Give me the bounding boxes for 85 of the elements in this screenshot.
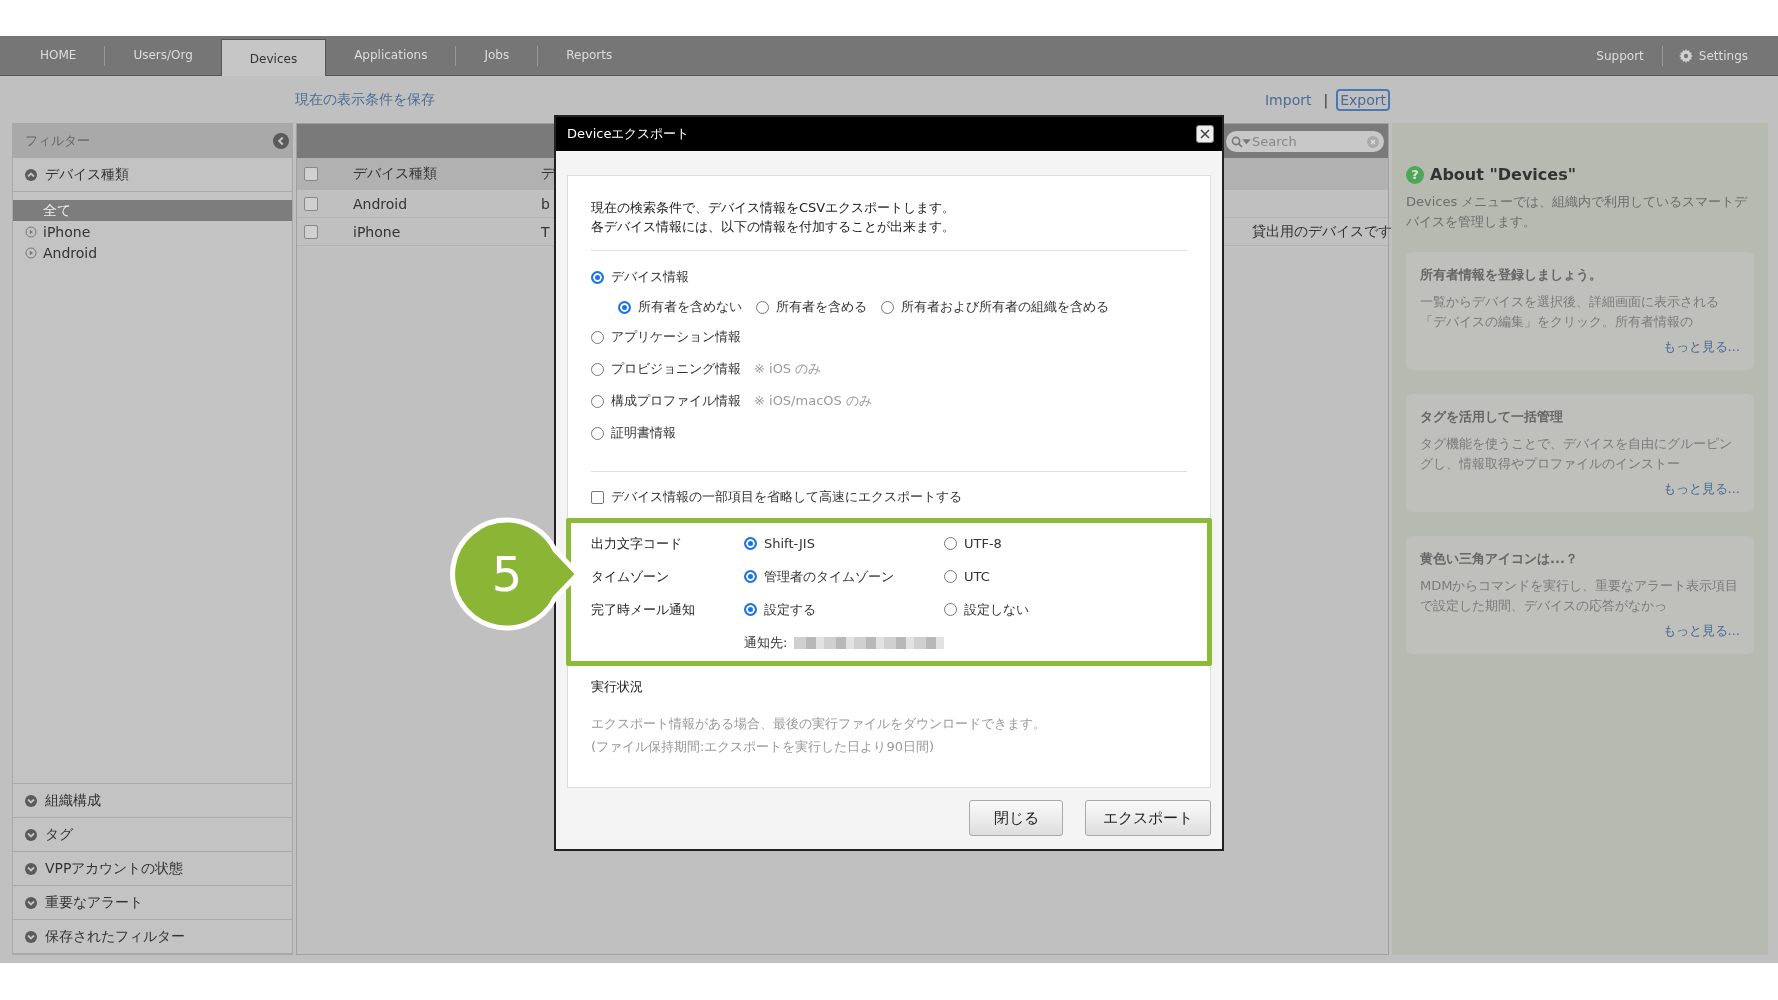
setting-label: 完了時メール通知 — [591, 600, 696, 619]
radio-button[interactable] — [944, 570, 957, 583]
filter-item[interactable]: Android — [13, 242, 292, 263]
collapse-icon[interactable] — [273, 133, 289, 149]
filter-section-header[interactable]: デバイス種類 — [13, 158, 292, 192]
radio-button[interactable] — [744, 570, 757, 583]
tip-title: 所有者情報を登録しましょう。 — [1420, 266, 1603, 284]
dialog-intro: 現在の検索条件で、デバイス情報をCSVエクスポートします。 — [591, 199, 957, 217]
status-title: 実行状況 — [591, 678, 644, 696]
radio-label[interactable]: UTF-8 — [964, 536, 1002, 551]
close-button[interactable] — [1196, 125, 1214, 143]
radio-button[interactable] — [944, 603, 957, 616]
radio-label[interactable]: デバイス情報 — [611, 268, 689, 286]
about-description: Devices メニューでは、組織内で利用しているスマートデバイスを管理します。 — [1406, 193, 1749, 231]
radio-button[interactable] — [591, 362, 604, 376]
filter-section-header[interactable]: 保存されたフィルター — [13, 920, 292, 954]
radio-label[interactable]: 所有者を含める — [776, 298, 867, 316]
radio-label[interactable]: アプリケーション情報 — [611, 328, 741, 346]
radio-label[interactable]: 所有者を含めない — [638, 298, 742, 316]
checkbox-label[interactable]: デバイス情報の一部項目を省略して高速にエクスポートする — [611, 488, 962, 506]
play-circle-icon — [25, 225, 37, 238]
radio-label[interactable]: プロビジョニング情報 — [611, 360, 741, 378]
dialog-intro: 各デバイス情報には、以下の情報を付加することが出来ます。 — [591, 218, 956, 236]
dialog-button[interactable]: 閉じる — [969, 800, 1063, 836]
filter-section-header[interactable]: タグ — [13, 818, 292, 852]
help-icon: ? — [1406, 165, 1424, 184]
dialog-title: Deviceエクスポート — [567, 125, 691, 143]
status-text: (ファイル保持期間:エクスポートを実行した日より90日間) — [591, 738, 936, 756]
about-title: About "Devices" — [1430, 165, 1576, 184]
chevron-icon — [25, 168, 37, 181]
radio-button[interactable] — [591, 394, 604, 408]
filter-item[interactable]: 全て — [13, 200, 292, 221]
table-cell: b — [541, 195, 550, 212]
close-icon — [1200, 129, 1210, 139]
radio-button[interactable] — [756, 300, 769, 314]
radio-label[interactable]: UTC — [964, 569, 990, 584]
radio-label[interactable]: 管理者のタイムゾーン — [764, 567, 894, 586]
chevron-icon — [25, 896, 37, 909]
tip-title: タグを活用して一括管理 — [1420, 408, 1564, 426]
radio-label[interactable]: 設定しない — [964, 600, 1029, 619]
chevron-icon — [25, 862, 37, 875]
radio-button[interactable] — [591, 426, 604, 440]
radio-label[interactable]: 所有者および所有者の組織を含める — [901, 298, 1109, 316]
radio-label[interactable]: 構成プロファイル情報 — [611, 392, 741, 410]
column-header: デ — [541, 164, 555, 183]
link-separator: | — [1323, 91, 1329, 108]
filter-section-header[interactable]: 組織構成 — [13, 784, 292, 818]
filter-item[interactable]: iPhone — [13, 221, 292, 242]
option-note: ※ iOS/macOS のみ — [754, 392, 872, 410]
setting-label: タイムゾーン — [591, 567, 670, 586]
row-checkbox[interactable] — [304, 196, 318, 211]
search-icon — [1231, 135, 1251, 148]
radio-button[interactable] — [744, 537, 757, 550]
table-cell: 貸出用のデバイスです — [1252, 222, 1392, 241]
notify-label: 通知先: — [744, 633, 788, 652]
status-text: エクスポート情報がある場合、最後の実行ファイルをダウンロードできます。 — [591, 715, 1047, 733]
radio-label[interactable]: 設定する — [764, 600, 816, 619]
radio-button[interactable] — [618, 300, 631, 314]
table-cell: Android — [353, 195, 408, 212]
search-field[interactable]: Search — [1226, 130, 1384, 152]
row-checkbox[interactable] — [304, 224, 318, 239]
radio-button[interactable] — [591, 330, 604, 344]
table-cell: iPhone — [353, 223, 401, 240]
radio-button[interactable] — [881, 300, 894, 314]
column-header: デバイス種類 — [353, 164, 437, 183]
option-note: ※ iOS のみ — [754, 360, 822, 378]
select-all-checkbox[interactable] — [304, 166, 318, 181]
radio-label[interactable]: 証明書情報 — [611, 424, 676, 442]
nav-tab[interactable]: Devices — [220, 39, 327, 76]
radio-button[interactable] — [591, 270, 604, 284]
radio-label[interactable]: Shift-JIS — [764, 536, 815, 551]
setting-label: 出力文字コード — [591, 534, 683, 553]
chevron-icon — [25, 828, 37, 841]
radio-button[interactable] — [944, 537, 957, 550]
tip-title: 黄色い三角アイコンは...？ — [1420, 550, 1579, 568]
table-cell: T — [541, 223, 550, 240]
radio-button[interactable] — [744, 603, 757, 616]
checkbox[interactable] — [591, 490, 604, 504]
chevron-icon — [25, 930, 37, 943]
filter-section-header[interactable]: VPPアカウントの状態 — [13, 852, 292, 886]
chevron-icon — [25, 794, 37, 807]
play-circle-icon — [25, 246, 37, 259]
settings-icon[interactable] — [1678, 48, 1693, 63]
dialog-button[interactable]: エクスポート — [1085, 800, 1211, 836]
filter-section-header[interactable]: 重要なアラート — [13, 886, 292, 920]
